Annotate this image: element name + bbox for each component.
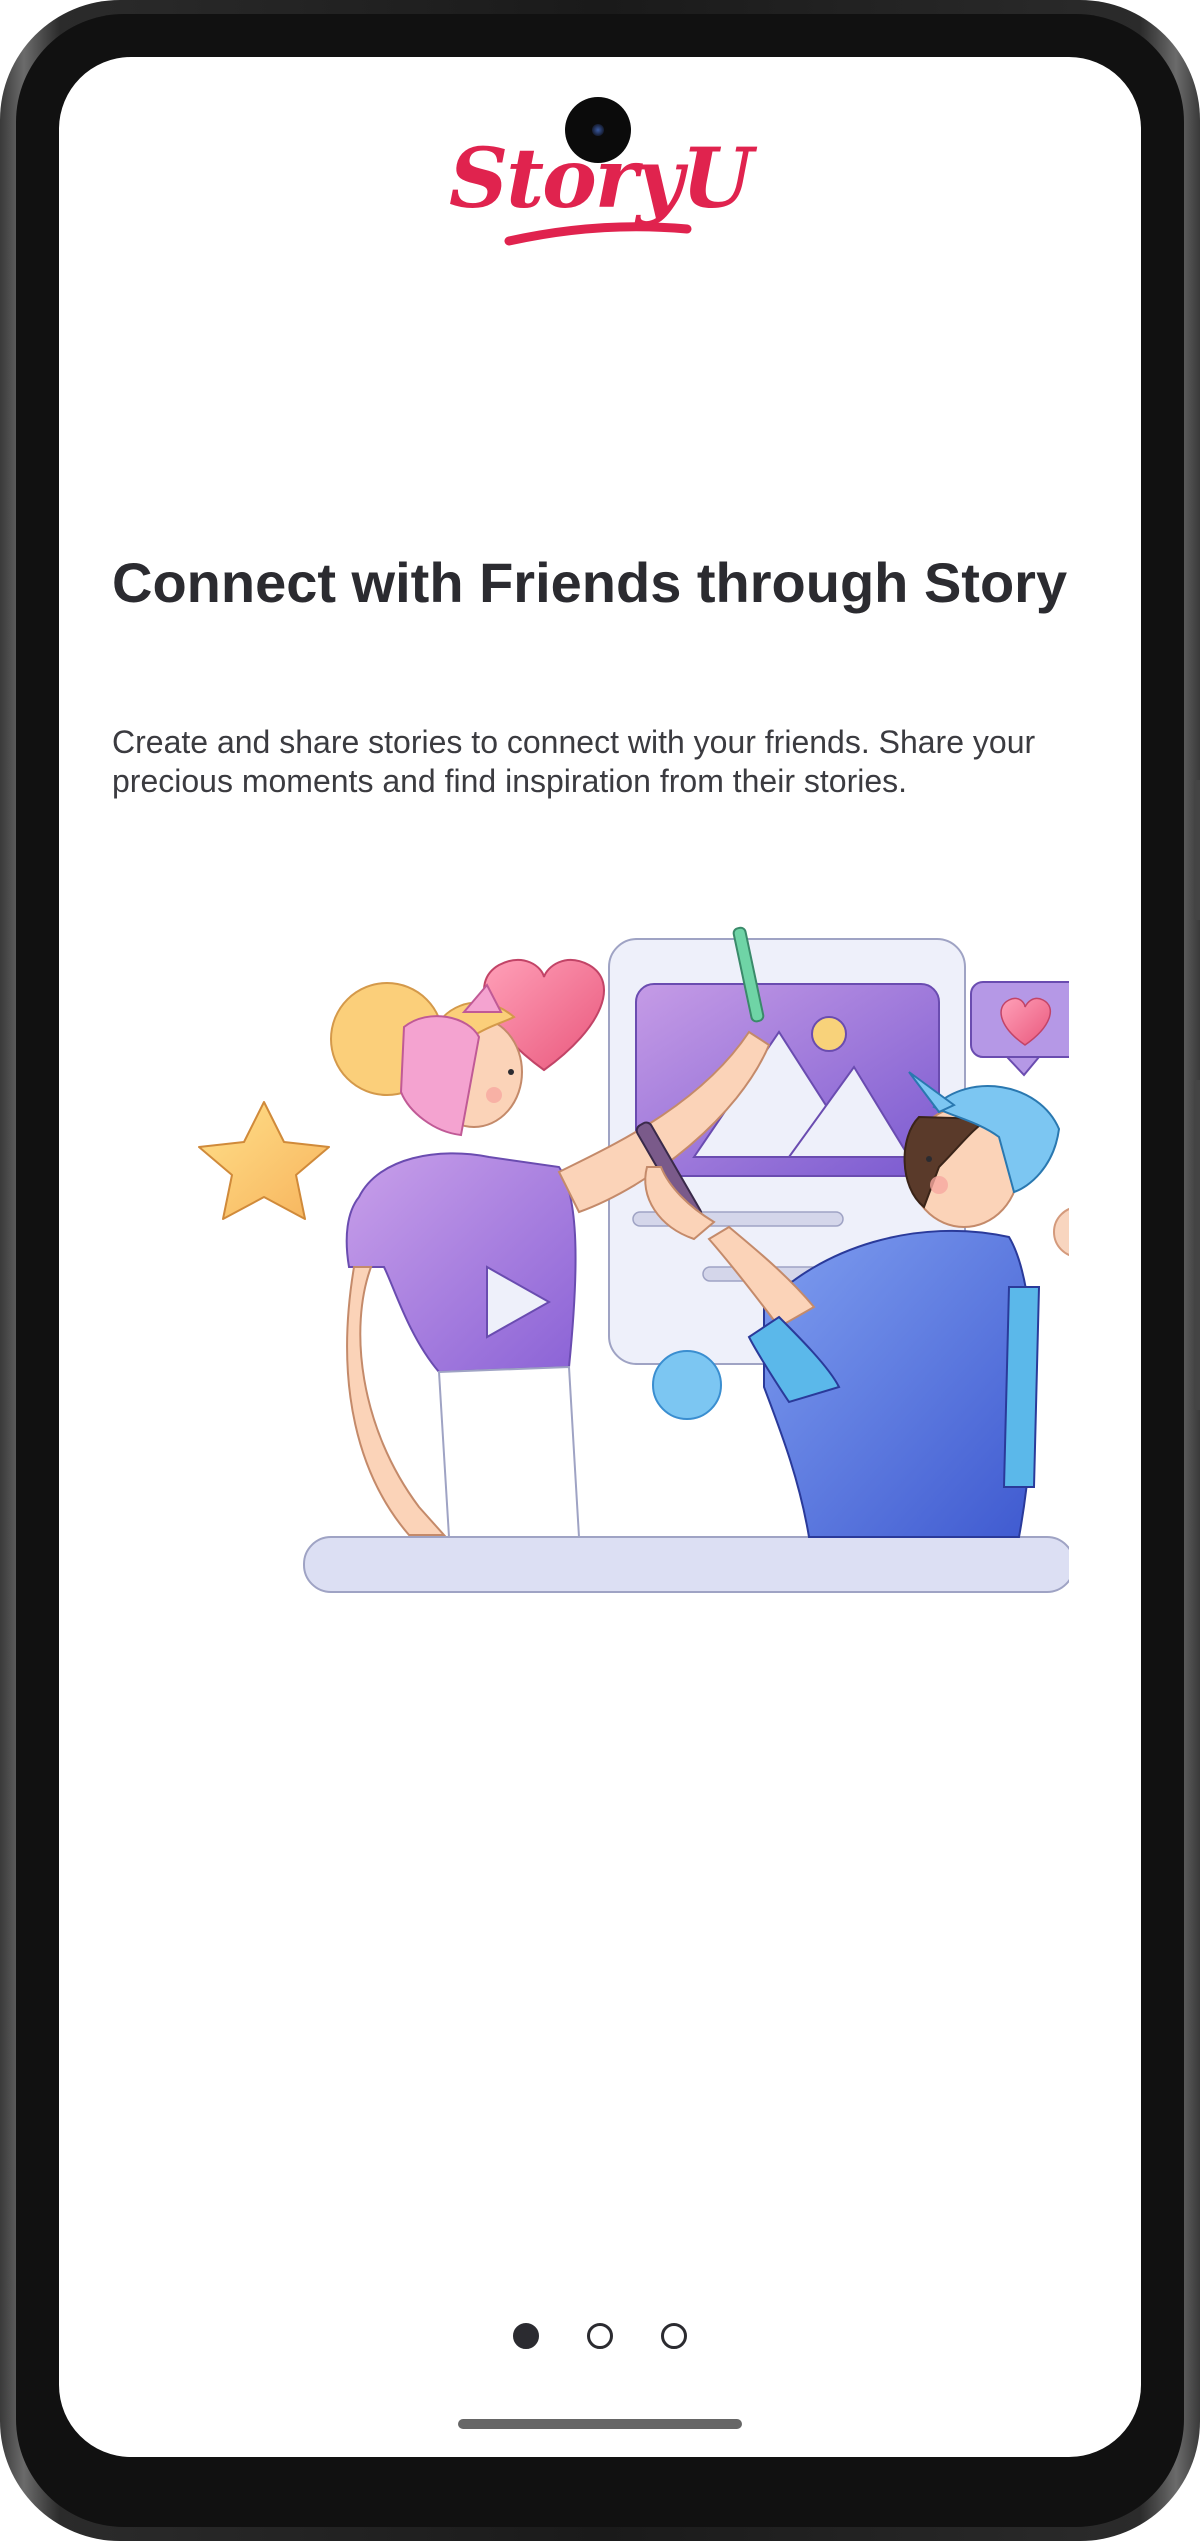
girl-pants (437, 1365, 581, 1538)
page-dot-2[interactable] (587, 2323, 613, 2349)
front-camera (565, 97, 631, 163)
bubble-blue (652, 1350, 722, 1420)
page-description: Create and share stories to connect with… (112, 724, 1036, 799)
home-indicator[interactable] (458, 2419, 742, 2429)
page-dot-3[interactable] (661, 2323, 687, 2349)
bubble-peach (1053, 1208, 1069, 1256)
page-title: Connect with Friends through Story (112, 551, 1068, 614)
boy-sleeve-stripe (1002, 1286, 1041, 1488)
screen: StoryU Connect with Friends through Stor… (59, 57, 1141, 2457)
picture-sun (811, 1016, 847, 1052)
volume-button (1194, 1080, 1200, 1410)
two-friends-sharing-story-illustration (198, 926, 1069, 1593)
phone-frame: StoryU Connect with Friends through Stor… (0, 0, 1200, 2541)
page-dot-1[interactable] (513, 2323, 539, 2349)
star-icon (198, 1101, 330, 1220)
page-indicator (59, 2323, 1141, 2349)
platform (303, 1536, 1069, 1593)
girl-shirt (345, 1152, 577, 1374)
power-button (1194, 780, 1200, 920)
